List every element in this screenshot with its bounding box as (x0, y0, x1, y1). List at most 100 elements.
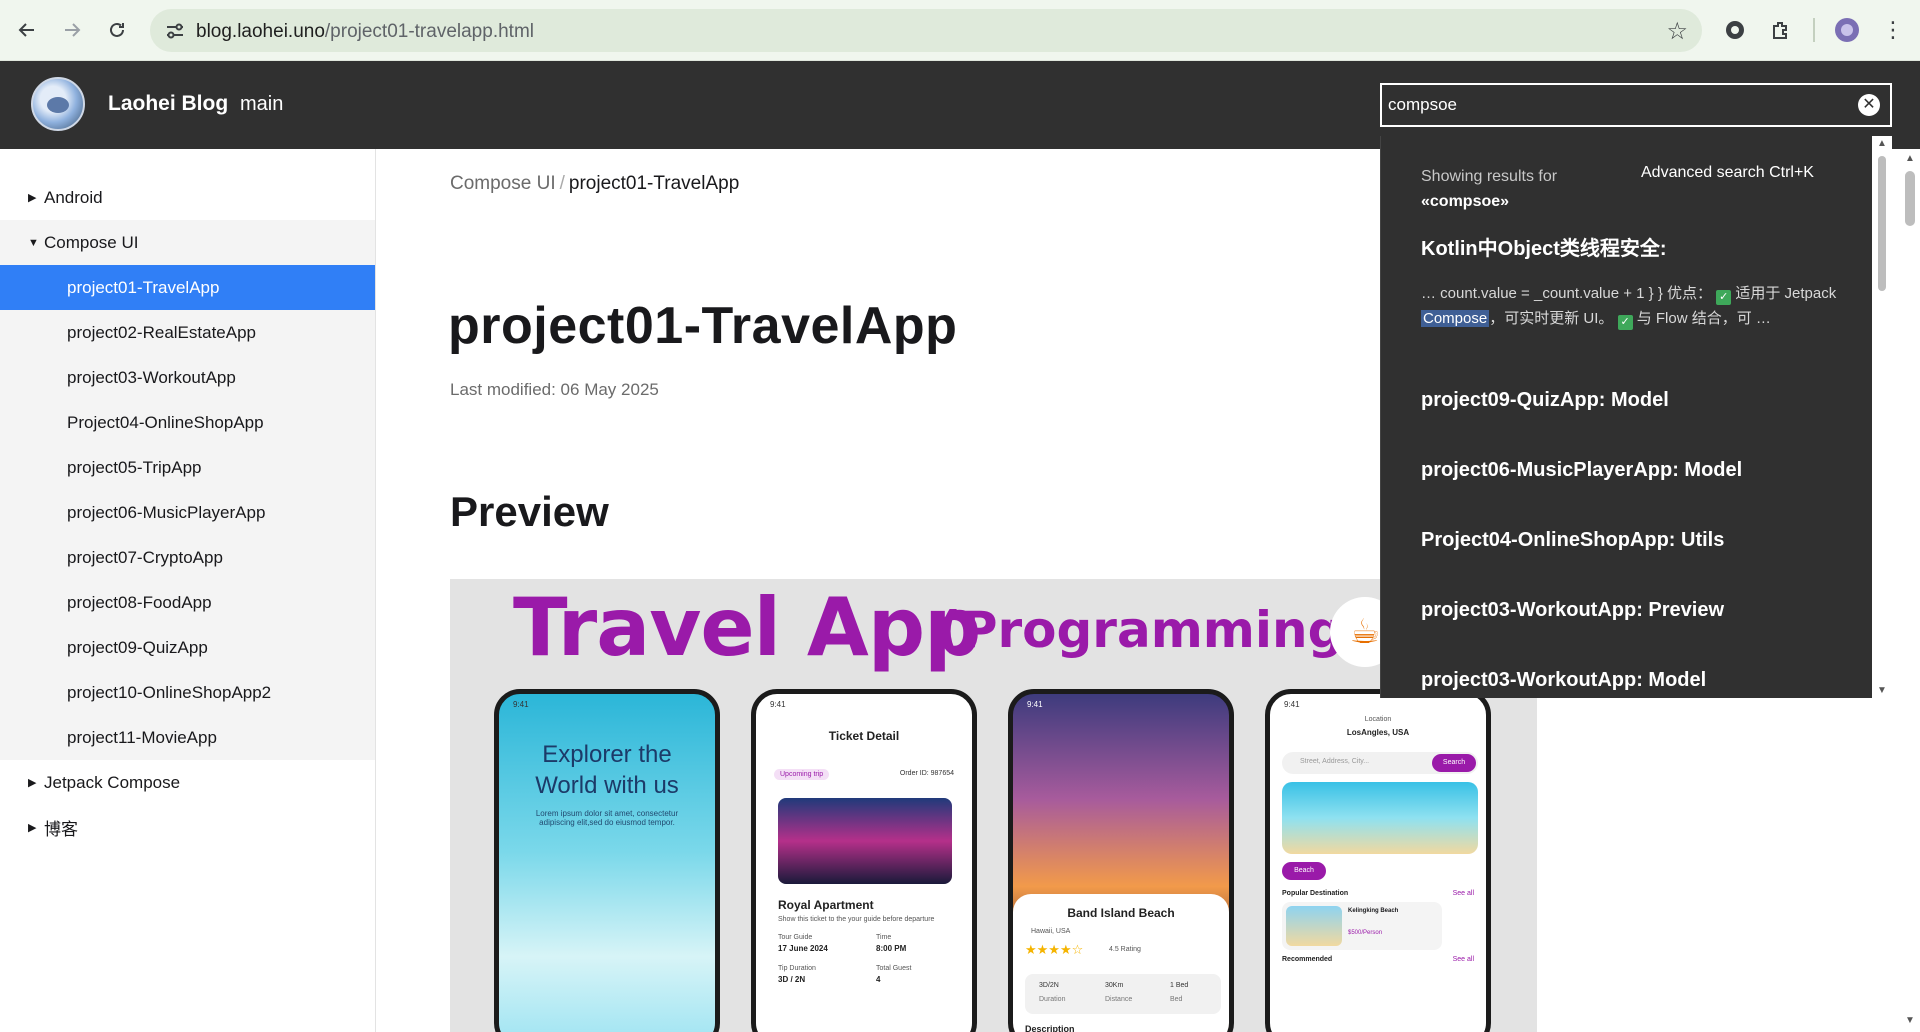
brand-subtitle[interactable]: main (240, 93, 283, 116)
sidebar-item-project02[interactable]: project02-RealEstateApp (0, 310, 375, 355)
search-result-title[interactable]: Kotlin中Object类线程安全: (1421, 232, 1667, 261)
phone-mockup-ticket: 9:41 Ticket Detail Upcoming trip Order I… (751, 689, 977, 1032)
sidebar-item-label: project01-TravelApp (67, 277, 220, 297)
sidebar-item-project06[interactable]: project06-MusicPlayerApp (0, 490, 375, 535)
beach-card: Band Island Beach Hawaii, USA ★★★★☆ 4.5 … (1013, 894, 1229, 1032)
ticket-header: Ticket Detail (828, 729, 900, 743)
scroll-down-arrow-icon[interactable]: ▼ (1877, 685, 1887, 696)
profile-avatar[interactable] (1832, 15, 1862, 45)
banner-title: Travel App (513, 581, 981, 674)
search-result-item[interactable]: project06-MusicPlayerApp: Model (1421, 459, 1742, 482)
time-label: Time (876, 934, 892, 941)
site-logo[interactable] (31, 77, 85, 131)
page-scroll-thumb[interactable] (1905, 171, 1915, 226)
search-result-snippet[interactable]: … count.value = _count.value + 1 } } 优点：… (1421, 281, 1841, 331)
sidebar-item-label: Android (44, 187, 103, 207)
expand-arrow-icon: ▶ (28, 777, 37, 789)
clear-search-icon[interactable]: ✕ (1858, 94, 1880, 116)
guest-value: 4 (876, 975, 881, 984)
brand-name[interactable]: Laohei Blog (108, 92, 228, 116)
location-label: Location (1364, 716, 1392, 723)
reload-button[interactable] (100, 13, 134, 47)
extensions-puzzle-button[interactable] (1766, 15, 1796, 45)
sidebar-item-label: project07-CryptoApp (67, 547, 223, 567)
results-scroll-thumb[interactable] (1878, 156, 1886, 291)
sidebar-item-label: 博客 (44, 820, 78, 839)
breadcrumb-current: project01-TravelApp (568, 173, 740, 194)
puzzle-icon (1773, 22, 1787, 39)
check-icon: ✓ (1617, 315, 1633, 330)
advanced-search-link[interactable]: Advanced search Ctrl+K (1641, 164, 1814, 182)
chip-bed: 1 Bed (1170, 982, 1189, 989)
search-result-item[interactable]: Project04-OnlineShopApp: Utils (1421, 529, 1724, 552)
scroll-up-arrow-icon[interactable]: ▲ (1877, 138, 1887, 149)
sidebar-item-project11[interactable]: project11-MovieApp (0, 715, 375, 760)
sidebar-item-label: project09-QuizApp (67, 637, 208, 657)
search-input[interactable] (1388, 89, 1828, 121)
ticket-note: Show this ticket to the your guide befor… (778, 916, 935, 923)
scroll-up-arrow-icon[interactable]: ▲ (1905, 153, 1915, 164)
destination-photo (1286, 906, 1342, 946)
sidebar-item-project07[interactable]: project07-CryptoApp (0, 535, 375, 580)
order-id: Order ID: 987654 (899, 770, 954, 777)
banner-subtitle: (Programming) (938, 601, 1367, 659)
forward-button[interactable] (55, 13, 89, 47)
beach-location: Hawaii, USA (1031, 928, 1071, 935)
results-scrollbar[interactable]: ▲ ▼ (1872, 136, 1892, 698)
time-value: 8:00 PM (876, 944, 907, 953)
mock-search-bar: Street, Address, City... Search (1282, 752, 1478, 774)
results-query: «compsoe» (1421, 193, 1510, 210)
sidebar-item-project05[interactable]: project05-TripApp (0, 445, 375, 490)
last-modified: Last modified: 06 May 2025 (450, 380, 659, 399)
browser-toolbar: blog.laohei.uno/project01-travelapp.html… (0, 0, 1920, 61)
destination-card: Kelingking Beach $500/Person (1282, 902, 1442, 950)
sidebar-item-android[interactable]: ▶ Android (0, 175, 375, 220)
preview-image: Travel App (Programming) ☕ 9:41 Explorer… (450, 579, 1537, 1032)
section-heading-preview: Preview (450, 488, 609, 535)
phone-mockup-welcome: 9:41 Explorer the World with us Lorem ips… (494, 689, 720, 1032)
search-result-item[interactable]: project03-WorkoutApp: Model (1421, 669, 1706, 692)
status-time: 9:41 (1027, 700, 1043, 709)
browser-menu-icon[interactable]: ⋮ (1878, 15, 1908, 45)
sidebar-item-project08[interactable]: project08-FoodApp (0, 580, 375, 625)
avatar-icon (1835, 18, 1859, 42)
sidebar-nav: ▶ Android ▼ Compose UI project01-TravelApp… (0, 149, 376, 1032)
recommended-heading: Recommended (1282, 956, 1333, 963)
extension-icon[interactable] (1720, 15, 1750, 45)
status-time: 9:41 (770, 700, 786, 709)
sidebar-item-compose-ui[interactable]: ▼ Compose UI (0, 220, 375, 265)
chip-distance-label: Distance (1105, 996, 1133, 1003)
apartment-photo (778, 798, 952, 884)
address-bar[interactable]: blog.laohei.uno/project01-travelapp.html… (150, 9, 1702, 52)
search-result-item[interactable]: project09-QuizApp: Model (1421, 389, 1669, 412)
forward-arrow-icon (65, 23, 81, 37)
sidebar-item-jetpack-compose[interactable]: ▶ Jetpack Compose (0, 760, 375, 805)
search-field[interactable]: ✕ (1380, 83, 1892, 127)
page-scrollbar[interactable]: ▲ ▼ (1900, 149, 1920, 1032)
sidebar-item-label: project02-RealEstateApp (67, 322, 257, 342)
beach-info-chips: 3D/2N Duration 30Km Distance 1 Bed Bed (1025, 974, 1221, 1014)
phone-mockup-beach: 9:41 Band Island Beach Hawaii, USA ★★★★☆… (1008, 689, 1234, 1032)
site-settings-icon[interactable] (164, 20, 186, 42)
welcome-subtext: Lorem ipsum dolor sit amet, consectetur … (535, 809, 679, 827)
sidebar-item-project09[interactable]: project09-QuizApp (0, 625, 375, 670)
breadcrumb-parent[interactable]: Compose UI (450, 173, 556, 194)
expand-arrow-icon: ▶ (28, 822, 37, 834)
beach-rating: 4.5 Rating (1109, 946, 1141, 953)
back-button[interactable] (10, 13, 44, 47)
sidebar-item-project10[interactable]: project10-OnlineShopApp2 (0, 670, 375, 715)
scroll-down-arrow-icon[interactable]: ▼ (1905, 1015, 1915, 1026)
bookmark-star-icon[interactable]: ☆ (1666, 17, 1688, 46)
sidebar-item-label: project11-MovieApp (67, 727, 217, 747)
sidebar-item-project04[interactable]: Project04-OnlineShopApp (0, 400, 375, 445)
recommended-see-all: See all (1452, 956, 1474, 963)
sidebar-item-project01[interactable]: project01-TravelApp (0, 265, 375, 310)
reload-icon (110, 22, 124, 37)
results-for-label: Showing results for «compsoe» (1421, 168, 1558, 210)
chip-bed-label: Bed (1170, 996, 1183, 1003)
location-city: LosAngles, USA (1346, 728, 1410, 737)
search-result-item[interactable]: project03-WorkoutApp: Preview (1421, 599, 1724, 622)
sidebar-item-blog[interactable]: ▶ 博客 (0, 805, 375, 850)
sidebar-item-project03[interactable]: project03-WorkoutApp (0, 355, 375, 400)
category-chip: Beach (1282, 862, 1326, 880)
